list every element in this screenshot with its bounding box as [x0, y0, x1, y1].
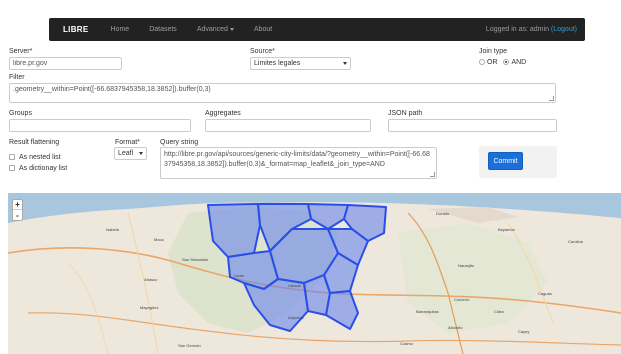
resize-grip-icon[interactable]	[549, 96, 554, 101]
map-label-cayey: Cayey	[518, 329, 530, 334]
server-label: Server*	[9, 48, 33, 55]
nested-list-label: As nested list	[19, 154, 61, 161]
map-label-san-sebastian: San Sebastián	[182, 257, 209, 262]
nav-advanced-dropdown[interactable]: Advanced	[197, 26, 234, 33]
zoom-control: + -	[12, 199, 23, 221]
brand-logo[interactable]: LIBRE	[63, 25, 89, 34]
dictionary-list-option[interactable]: As dictionay list	[9, 165, 67, 172]
map-view[interactable]: + - Moca Isabela San Sebastián Añasco Ma…	[8, 193, 621, 354]
nested-list-checkbox[interactable]	[9, 154, 15, 161]
source-label: Source*	[250, 48, 275, 55]
commit-button[interactable]: Commit	[488, 152, 523, 170]
filter-label: Filter	[9, 74, 25, 81]
map-label-comerio: Comerío	[454, 297, 470, 302]
map-label-anasco: Añasco	[144, 277, 158, 282]
filter-value: .geometry__within=Point([-66.6837945358,…	[13, 86, 211, 93]
format-select[interactable]: Leafl	[114, 147, 147, 160]
map-label-aibonito: Aibonito	[448, 325, 463, 330]
logout-link[interactable]: (Logout)	[551, 26, 577, 33]
query-string-value: http://libre.pr.gov/api/sources/generic-…	[164, 151, 430, 168]
query-string-label: Query string	[160, 139, 199, 146]
map-label-mayaguez: Mayagüez	[140, 305, 159, 310]
dictionary-list-checkbox[interactable]	[9, 165, 15, 172]
login-status: Logged in as: admin (Logout)	[486, 26, 577, 33]
top-navbar: LIBRE Home Datasets Advanced About Logge…	[49, 18, 585, 41]
join-and-label: AND	[511, 59, 527, 66]
join-or-radio[interactable]	[479, 59, 485, 66]
map-label-utuado: Utuado	[288, 283, 301, 288]
map-label-naranjito: Naranjito	[458, 263, 475, 268]
join-type-group: OR AND	[479, 59, 526, 66]
select-arrow-icon	[343, 62, 347, 65]
dictionary-list-label: As dictionay list	[19, 165, 68, 172]
map-label-adjuntas: Adjuntas	[288, 315, 304, 320]
zoom-out-button[interactable]: -	[13, 210, 22, 220]
map-label-lares: Lares	[234, 273, 245, 278]
aggregates-input[interactable]	[205, 119, 371, 132]
json-path-input[interactable]	[388, 119, 557, 132]
format-select-value: Leafl	[118, 150, 134, 157]
select-arrow-icon	[139, 152, 143, 155]
zoom-in-button[interactable]: +	[13, 200, 22, 210]
join-and-radio[interactable]	[503, 59, 510, 66]
map-label-bayamon: Bayamón	[498, 227, 515, 232]
nav-about[interactable]: About	[254, 26, 272, 33]
map-label-coamo: Coamo	[400, 341, 413, 346]
map-label-barranquitas: Barranquitas	[416, 309, 439, 314]
caret-down-icon	[229, 27, 234, 31]
map-label-dorado: Dorado	[436, 211, 450, 216]
nested-list-option[interactable]: As nested list	[9, 154, 61, 161]
source-select[interactable]: Limites legales	[250, 57, 351, 70]
nav-home[interactable]: Home	[111, 26, 130, 33]
resize-grip-icon[interactable]	[430, 172, 435, 177]
groups-input[interactable]	[9, 119, 191, 132]
format-label: Format*	[115, 139, 140, 146]
server-input[interactable]	[9, 57, 122, 70]
map-label-isabela: Isabela	[106, 227, 119, 232]
aggregates-label: Aggregates	[205, 110, 241, 117]
map-label-san-german: San Germán	[178, 343, 201, 348]
source-select-value: Limites legales	[254, 60, 301, 67]
result-flattening-label: Result flattening	[9, 139, 60, 146]
groups-label: Groups	[9, 110, 32, 117]
login-text: Logged in as: admin	[485, 26, 549, 33]
nav-datasets[interactable]: Datasets	[149, 26, 177, 33]
map-label-caguas: Caguas	[538, 291, 552, 296]
map-label-moca: Moca	[154, 237, 164, 242]
query-string-textarea[interactable]: http://libre.pr.gov/api/sources/generic-…	[160, 147, 437, 179]
map-label-cidra: Cidra	[494, 309, 504, 314]
nav-advanced-label: Advanced	[196, 26, 228, 33]
map-label-carolina: Carolina	[568, 239, 583, 244]
join-or-label: OR	[487, 59, 498, 66]
filter-textarea[interactable]: .geometry__within=Point([-66.6837945358,…	[9, 83, 556, 103]
join-type-label: Join type	[479, 48, 508, 55]
json-path-label: JSON path	[388, 110, 423, 117]
commit-well: Commit	[479, 146, 557, 178]
